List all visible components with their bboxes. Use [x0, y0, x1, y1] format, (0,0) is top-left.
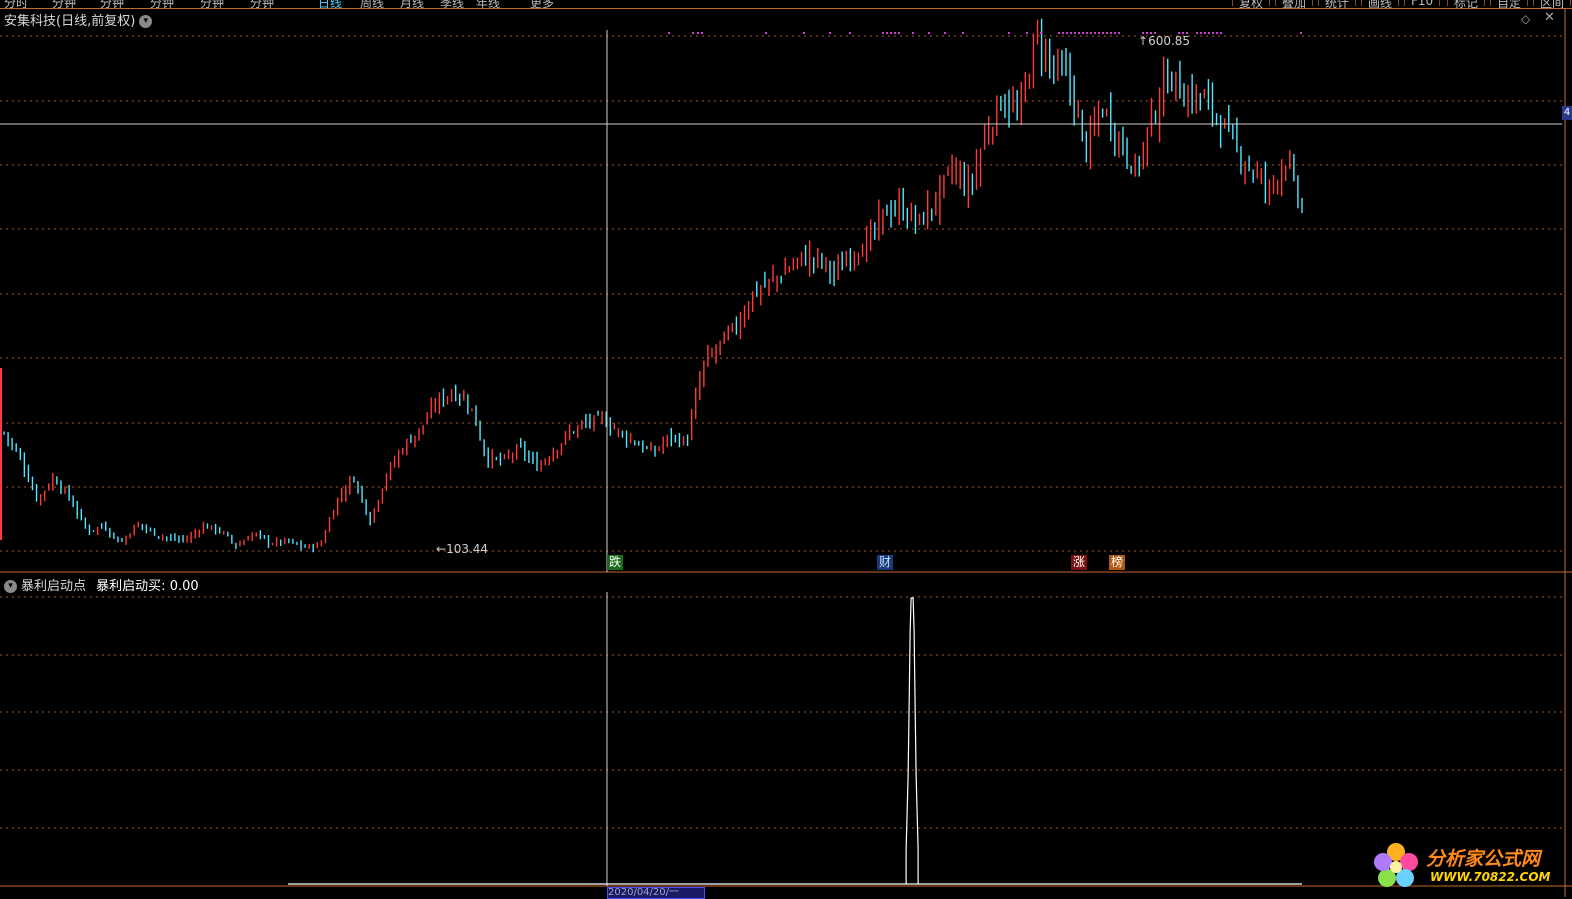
indicator-label-text: 暴利启动买: — [96, 579, 166, 594]
kline-chart[interactable] — [0, 0, 1572, 897]
signal-dot-15 — [944, 32, 946, 34]
signal-dot-25 — [1078, 32, 1080, 34]
low-price-value: 103.44 — [446, 542, 489, 556]
indicator-name: 暴利启动点 — [21, 579, 87, 594]
diamond-icon[interactable]: ◇ — [1521, 12, 1530, 26]
indicator-spike-0 — [905, 597, 919, 884]
signal-dot-1 — [692, 32, 694, 34]
signal-dot-27 — [1086, 32, 1088, 34]
signal-dot-45 — [1204, 32, 1206, 34]
signal-dot-43 — [1196, 32, 1198, 34]
logo-title: 分析家公式网 — [1426, 848, 1541, 870]
signal-dot-34 — [1114, 32, 1116, 34]
event-badge-zhang[interactable]: 涨 — [1071, 555, 1087, 570]
chevron-down-icon[interactable]: ▾ — [4, 580, 17, 593]
signal-dot-35 — [1118, 32, 1120, 34]
signal-dot-26 — [1082, 32, 1084, 34]
signal-dot-48 — [1216, 32, 1218, 34]
signal-dot-10 — [890, 32, 892, 34]
signal-dot-5 — [803, 32, 805, 34]
signal-dot-0 — [668, 32, 670, 34]
indicator-value: 0.00 — [169, 579, 199, 594]
logo-url: WWW.70822.COM — [1430, 870, 1551, 884]
signal-dot-7 — [849, 32, 851, 34]
signal-dot-4 — [765, 32, 767, 34]
indicator-title[interactable]: ▾ 暴利启动点 暴利启动买: 0.00 — [4, 575, 199, 594]
signal-dot-32 — [1106, 32, 1108, 34]
event-badge-cai[interactable]: 财 — [877, 555, 893, 570]
signal-dot-31 — [1102, 32, 1104, 34]
signal-dot-3 — [701, 32, 703, 34]
signal-dot-8 — [882, 32, 884, 34]
signal-dot-9 — [886, 32, 888, 34]
price-axis-tag: 4 — [1562, 106, 1572, 120]
signal-dot-19 — [1040, 32, 1042, 34]
low-price-label: ←103.44 — [436, 542, 489, 556]
indicator-value-label: 暴利启动买: 0.00 — [96, 579, 198, 594]
signal-dot-23 — [1070, 32, 1072, 34]
signal-dot-24 — [1074, 32, 1076, 34]
signal-dot-47 — [1212, 32, 1214, 34]
signal-dot-22 — [1066, 32, 1068, 34]
signal-dot-20 — [1058, 32, 1060, 34]
chevron-down-icon[interactable]: ▾ — [139, 15, 153, 28]
signal-dot-13 — [912, 32, 914, 34]
signal-dot-44 — [1200, 32, 1202, 34]
signal-dot-6 — [829, 32, 831, 34]
stock-title[interactable]: 安集科技(日线,前复权) ▾ — [4, 10, 153, 29]
flower-logo-icon — [1374, 843, 1418, 887]
event-badge-die[interactable]: 跌 — [607, 555, 623, 570]
signal-dot-33 — [1110, 32, 1112, 34]
signal-dot-30 — [1098, 32, 1100, 34]
signal-dot-21 — [1062, 32, 1064, 34]
signal-dot-2 — [697, 32, 699, 34]
signal-dot-14 — [928, 32, 930, 34]
signal-dot-16 — [962, 32, 964, 34]
site-logo: 分析家公式网 WWW.70822.COM — [1368, 840, 1568, 894]
signal-dot-29 — [1094, 32, 1096, 34]
signal-dot-12 — [898, 32, 900, 34]
signal-dot-28 — [1090, 32, 1092, 34]
signal-dot-11 — [894, 32, 896, 34]
signal-dot-49 — [1220, 32, 1222, 34]
high-price-value: 600.85 — [1148, 34, 1191, 48]
signal-dot-50 — [1300, 32, 1302, 34]
signal-dot-46 — [1208, 32, 1210, 34]
stock-title-text: 安集科技(日线,前复权) — [4, 14, 136, 29]
close-icon[interactable]: ✕ — [1544, 10, 1555, 25]
signal-dot-17 — [1008, 32, 1010, 34]
signal-dot-18 — [1026, 32, 1028, 34]
event-badge-bang[interactable]: 榜 — [1109, 555, 1125, 570]
high-price-label: ↑600.85 — [1138, 34, 1191, 48]
crosshair-date-box: 2020/04/20/一 — [607, 887, 705, 899]
